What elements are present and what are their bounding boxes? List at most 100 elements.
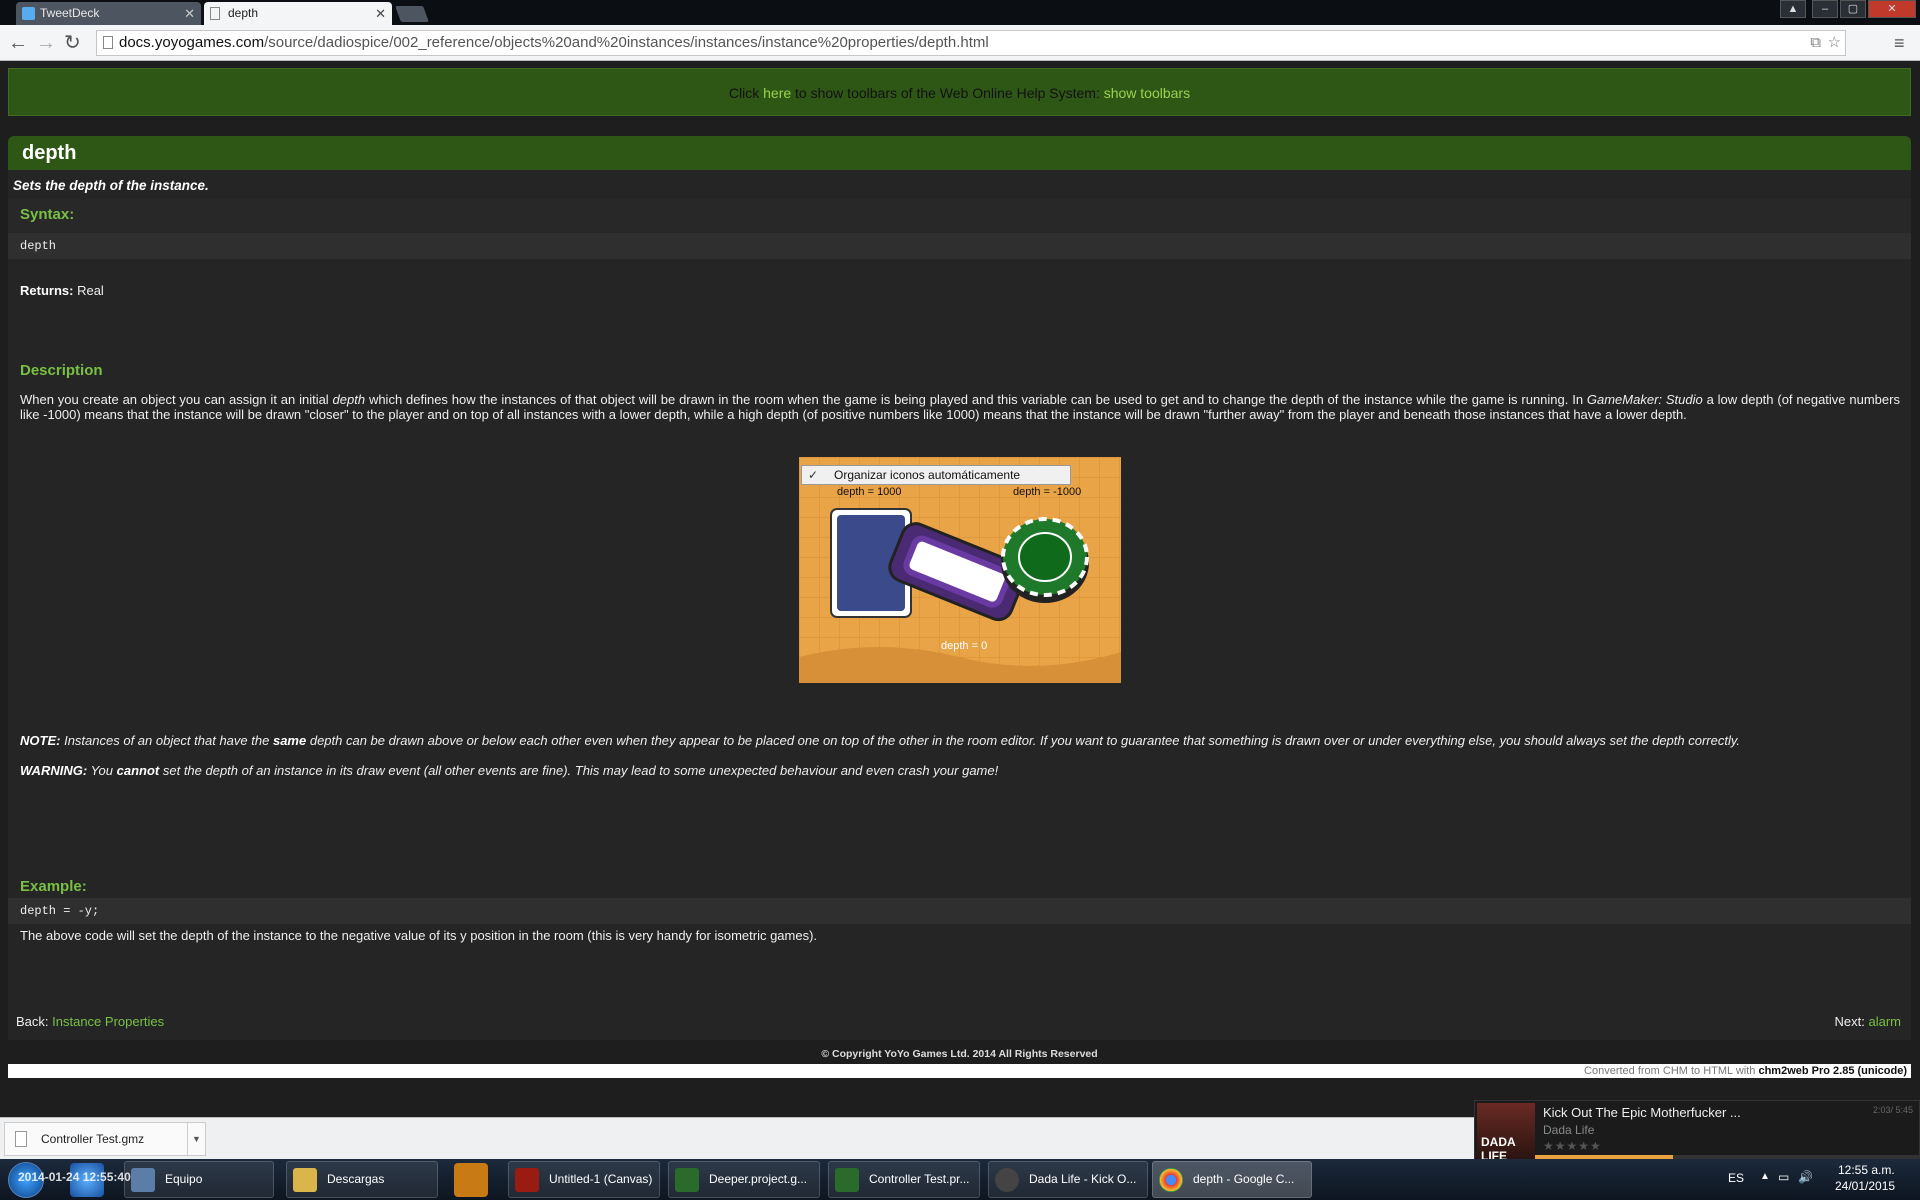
copyright: © Copyright YoYo Games Ltd. 2014 All Rig…	[821, 1048, 1098, 1060]
reload-icon[interactable]: ↻	[64, 31, 81, 55]
user-icon[interactable]: ▲	[1780, 0, 1806, 18]
tab-label: depth	[228, 6, 259, 20]
music-player-icon	[995, 1168, 1019, 1192]
note-part: Instances of an object that have the	[64, 733, 270, 748]
rating-stars[interactable]: ★★★★★	[1543, 1139, 1602, 1153]
example-heading: Example:	[20, 878, 87, 895]
syntax-code: depth	[8, 233, 1911, 259]
green-chip-icon	[1001, 517, 1089, 603]
syntax-heading-bar	[8, 199, 1911, 233]
converted-tool: chm2web Pro 2.85 (unicode)	[1758, 1065, 1907, 1077]
depth-label-purple: depth = 0	[941, 640, 988, 652]
next-label: Next:	[1834, 1014, 1865, 1029]
minimize-button[interactable]: –	[1812, 0, 1838, 18]
desc-part: When you create an object you can assign…	[20, 392, 329, 407]
close-tab-icon[interactable]: ✕	[375, 2, 386, 25]
note-emphasis: same	[272, 733, 307, 748]
language-indicator[interactable]: ES	[1728, 1171, 1744, 1185]
depth-illustration: ✓ Organizar iconos automáticamente depth…	[799, 457, 1121, 683]
tray-arrow-icon[interactable]: ▲	[1760, 1171, 1770, 1182]
web-page: Click here to show toolbars of the Web O…	[0, 62, 1920, 1112]
tab-label: TweetDeck	[40, 6, 100, 20]
taskbar-label: Equipo	[165, 1172, 203, 1186]
warning-label: WARNING:	[20, 763, 88, 778]
file-icon	[15, 1131, 27, 1147]
description-heading: Description	[20, 362, 103, 379]
returns-value: Real	[77, 283, 104, 298]
url-host: docs.yoyogames.com	[119, 34, 265, 51]
depth-label-green: depth = -1000	[1013, 486, 1082, 498]
note-text: NOTE: Instances of an object that have t…	[20, 733, 1740, 748]
menu-icon[interactable]: ≡	[1894, 31, 1905, 55]
desc-emphasis: GameMaker: Studio	[1586, 392, 1703, 407]
warning-part: You	[90, 763, 113, 778]
taskbar-item-gamemaker-deeper[interactable]: Deeper.project.g...	[668, 1161, 820, 1198]
summary: Sets the depth of the instance.	[13, 178, 209, 193]
returns: Returns: Real	[20, 283, 104, 298]
album-art: DADA LIFE	[1477, 1103, 1535, 1163]
computer-icon	[131, 1168, 155, 1192]
taskbar-label: depth - Google C...	[1193, 1172, 1295, 1186]
back-label: Back:	[16, 1014, 49, 1029]
taskbar: 2014-01-24 12:55:40 Equipo Descargas Unt…	[0, 1159, 1920, 1200]
warning-emphasis: cannot	[116, 763, 160, 778]
star-icon[interactable]: ☆	[1828, 31, 1841, 55]
maximize-button[interactable]: ▢	[1840, 0, 1866, 18]
volume-icon[interactable]: 🔊	[1798, 1170, 1813, 1184]
taskbar-label: Controller Test.pr...	[869, 1172, 970, 1186]
clock-time[interactable]: 12:55 a.m.	[1838, 1163, 1895, 1177]
taskbar-item-chrome[interactable]: depth - Google C...	[1152, 1161, 1312, 1198]
warning-part: set the depth of an instance in its draw…	[162, 763, 999, 778]
taskbar-label: Dada Life - Kick O...	[1029, 1172, 1137, 1186]
tab-depth[interactable]: depth ✕	[204, 2, 392, 25]
chrome-icon	[1159, 1168, 1183, 1192]
taskbar-item-flash[interactable]: Untitled-1 (Canvas)	[508, 1161, 660, 1198]
note-part: depth can be drawn above or below each o…	[309, 733, 1741, 748]
gamemaker-icon	[835, 1168, 859, 1192]
show-toolbars-link[interactable]: show toolbars	[1104, 85, 1190, 101]
forward-icon[interactable]: →	[36, 31, 56, 55]
folder-icon	[293, 1168, 317, 1192]
helpbar-text: to show toolbars of the Web Online Help …	[795, 85, 1100, 101]
twitter-icon	[22, 7, 35, 20]
chevron-down-icon[interactable]: ▼	[187, 1123, 205, 1155]
back-icon[interactable]: ←	[8, 31, 28, 55]
taskbar-label: Untitled-1 (Canvas)	[549, 1172, 653, 1186]
tab-tweetdeck[interactable]: TweetDeck ✕	[16, 2, 201, 25]
taskbar-item-equipo[interactable]: Equipo	[124, 1161, 274, 1198]
syntax-heading: Syntax:	[20, 206, 75, 223]
close-tab-icon[interactable]: ✕	[184, 2, 195, 25]
desc-emphasis: depth	[332, 392, 366, 407]
context-menu[interactable]: ✓ Organizar iconos automáticamente	[801, 465, 1071, 485]
download-filename: Controller Test.gmz	[41, 1132, 145, 1146]
returns-label: Returns:	[20, 283, 74, 298]
new-tab-button[interactable]	[395, 6, 429, 22]
here-link[interactable]: here	[763, 85, 791, 101]
network-icon[interactable]: ▭	[1778, 1170, 1789, 1184]
browser-titlebar: TweetDeck ✕ depth ✕ ▲ – ▢ ✕	[0, 0, 1920, 25]
back-link[interactable]: Instance Properties	[52, 1014, 164, 1029]
converted-prefix: Converted from CHM to HTML with	[1584, 1065, 1756, 1077]
close-window-button[interactable]: ✕	[1868, 0, 1916, 18]
address-bar[interactable]: docs.yoyogames.com/source/dadiospice/002…	[96, 30, 1846, 56]
url-path: /source/dadiospice/002_reference/objects…	[264, 34, 989, 51]
system-tray: ES ▲ ▭ 🔊 12:55 a.m. 24/01/2015	[1720, 1159, 1920, 1200]
taskbar-label: Descargas	[327, 1172, 385, 1186]
download-item[interactable]: Controller Test.gmz ▼	[4, 1122, 206, 1156]
taskbar-item-music[interactable]: Dada Life - Kick O...	[988, 1161, 1148, 1198]
next-link[interactable]: alarm	[1868, 1014, 1901, 1029]
clock-date[interactable]: 24/01/2015	[1835, 1179, 1895, 1193]
desc-part: which defines how the instances of that …	[368, 392, 1584, 407]
description-text: When you create an object you can assign…	[20, 392, 1900, 422]
checkmark-icon: ✓	[808, 468, 819, 482]
taskbar-item-descargas[interactable]: Descargas	[286, 1161, 438, 1198]
now-playing-toast[interactable]: DADA LIFE Kick Out The Epic Motherfucker…	[1474, 1100, 1920, 1163]
translate-icon[interactable]: ⧉	[1810, 31, 1821, 55]
page-title: depth	[8, 136, 1911, 170]
converted-notice: Converted from CHM to HTML with chm2web …	[8, 1064, 1911, 1078]
taskbar-item-gamemaker-controller[interactable]: Controller Test.pr...	[828, 1161, 980, 1198]
help-toolbar-notice: Click here to show toolbars of the Web O…	[8, 68, 1911, 116]
media-player-icon[interactable]	[454, 1163, 488, 1197]
page-icon	[103, 36, 113, 49]
depth-label-card: depth = 1000	[837, 486, 902, 498]
